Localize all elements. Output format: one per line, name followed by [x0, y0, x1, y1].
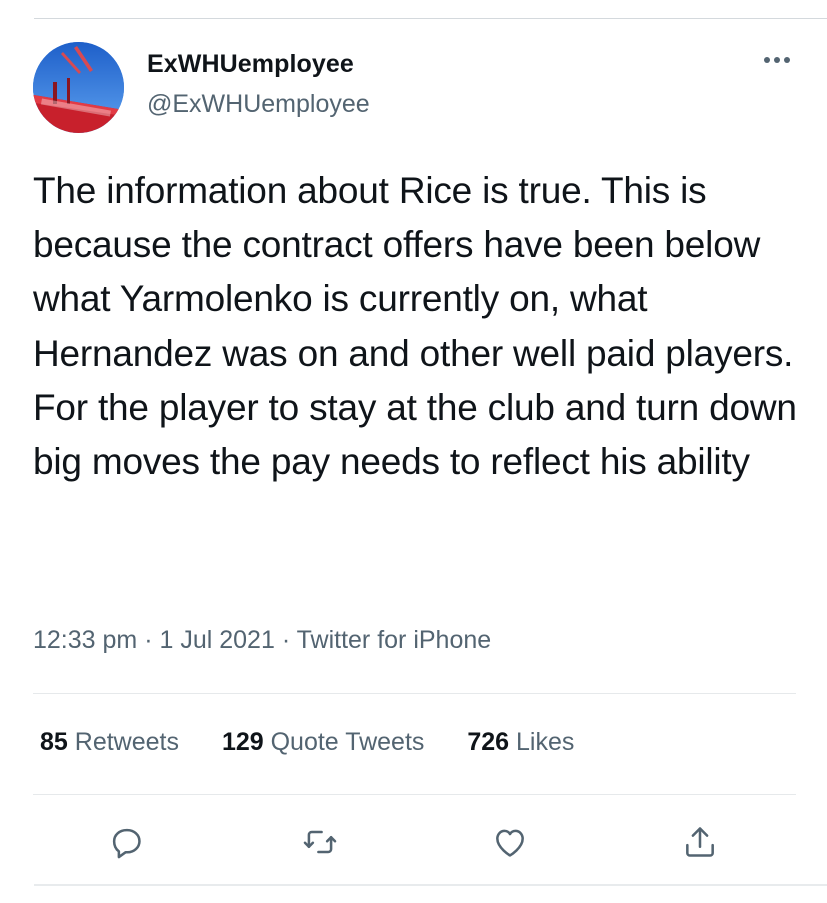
tweet-meta: 12:33 pm · 1 Jul 2021 · Twitter for iPho… — [33, 626, 491, 655]
bottom-divider — [34, 884, 827, 886]
meta-separator: · — [144, 626, 153, 654]
likes-label: Likes — [516, 728, 575, 756]
retweet-icon[interactable] — [298, 820, 342, 864]
stats-top-divider — [33, 693, 796, 694]
tweet-header: ExWHUemployee @ExWHUemployee — [33, 42, 795, 134]
heart-icon[interactable] — [488, 820, 532, 864]
stats-bottom-divider — [33, 794, 796, 795]
display-name[interactable]: ExWHUemployee — [147, 50, 354, 79]
top-divider — [34, 18, 827, 19]
user-handle[interactable]: @ExWHUemployee — [147, 90, 370, 119]
meta-separator: · — [281, 626, 291, 654]
tweet-stats: 85 Retweets 129 Quote Tweets 726 Likes — [40, 728, 610, 757]
share-icon[interactable] — [678, 820, 722, 864]
reply-icon[interactable] — [104, 820, 148, 864]
retweets-label: Retweets — [74, 728, 179, 756]
tweet-source[interactable]: Twitter for iPhone — [297, 626, 492, 654]
likes-count: 726 — [467, 728, 510, 756]
quote-tweets-label: Quote Tweets — [270, 728, 425, 756]
tweet-text: The information about Rice is true. This… — [33, 170, 797, 483]
tweet-time[interactable]: 12:33 pm — [33, 626, 137, 654]
retweets-count: 85 — [40, 728, 68, 756]
avatar[interactable] — [33, 42, 124, 133]
avatar-image — [33, 42, 124, 133]
quote-tweets-stat[interactable]: 129 Quote Tweets — [222, 728, 424, 757]
retweets-stat[interactable]: 85 Retweets — [40, 728, 179, 757]
likes-stat[interactable]: 726 Likes — [467, 728, 574, 757]
tweet-date[interactable]: 1 Jul 2021 — [159, 626, 274, 654]
quote-tweets-count: 129 — [221, 728, 264, 756]
more-icon[interactable] — [759, 48, 795, 72]
action-bar — [0, 820, 827, 864]
